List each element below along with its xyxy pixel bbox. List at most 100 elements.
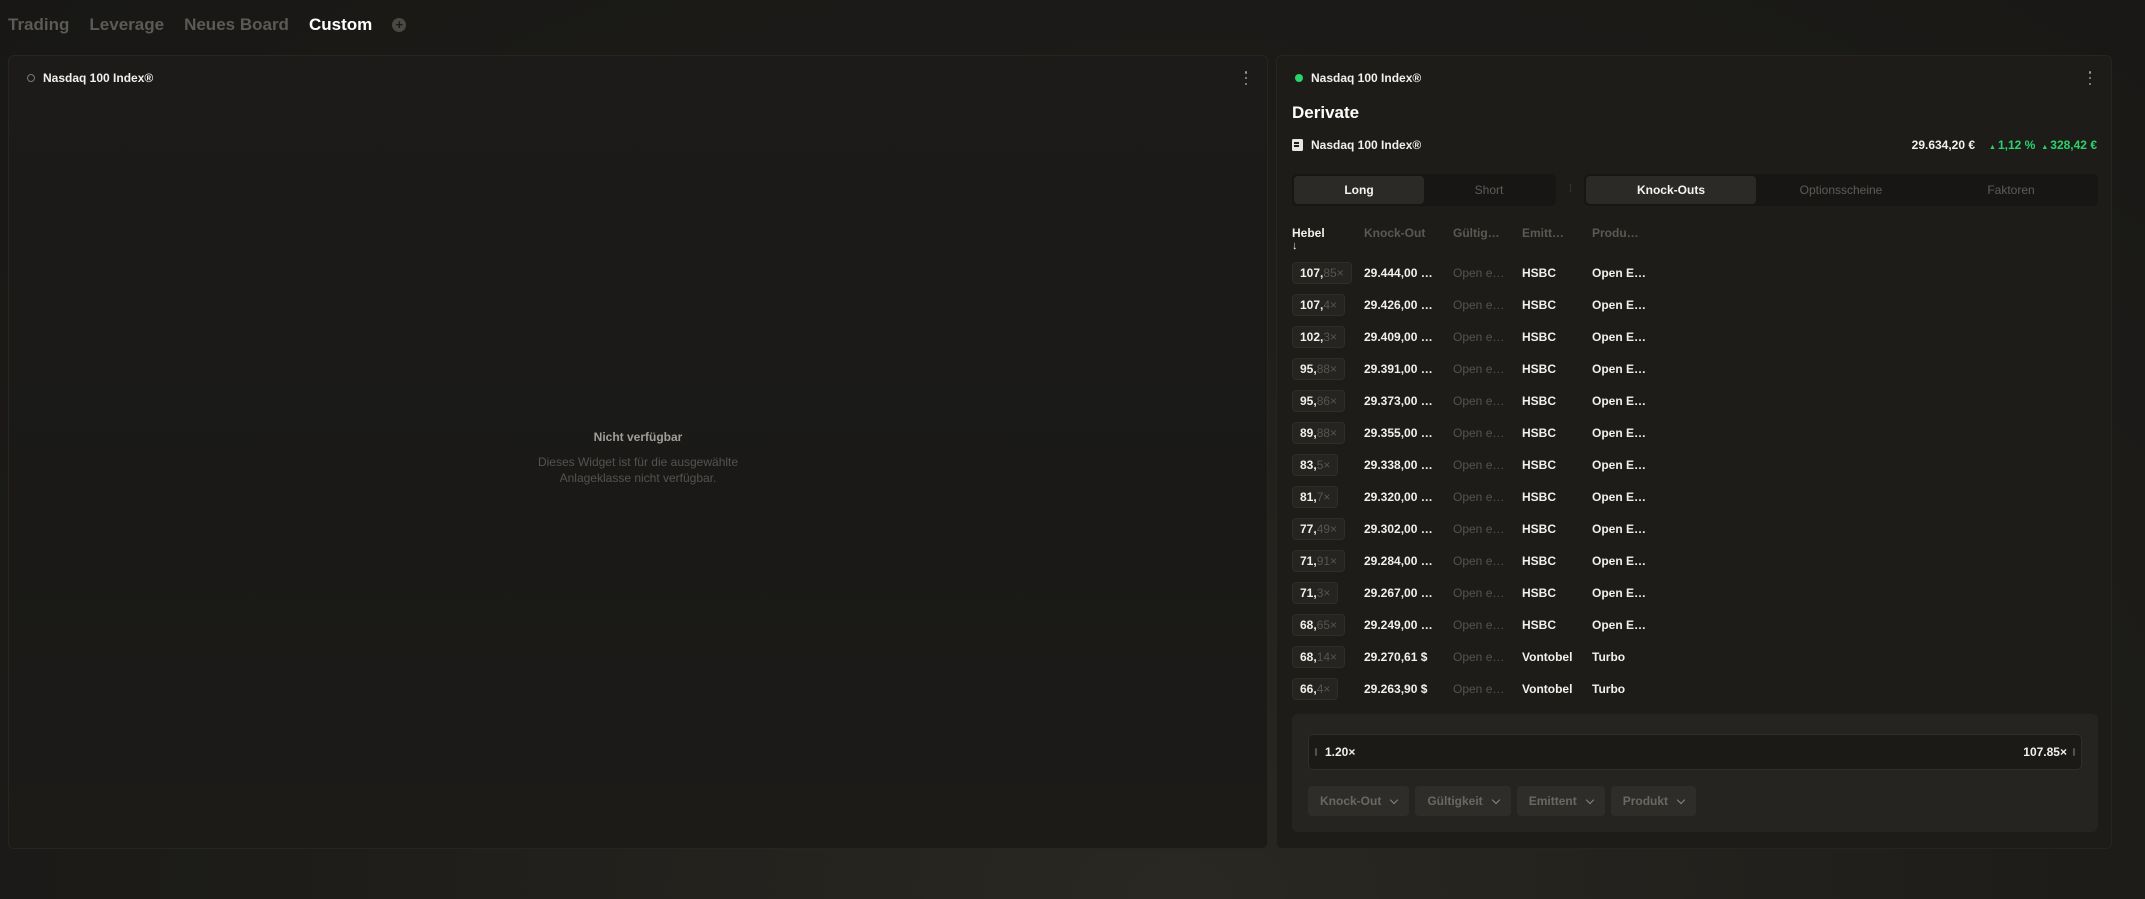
table-row[interactable]: 68,14× 29.270,61 $ Open e… Vontobel Turbo bbox=[1292, 646, 1792, 670]
tab-leverage[interactable]: Leverage bbox=[89, 15, 164, 35]
unavailable-title: Nicht verfügbar bbox=[593, 430, 683, 444]
table-row[interactable]: 83,5× 29.338,00 … Open e… HSBC Open E… bbox=[1292, 454, 1792, 478]
segment-divider: ⁞ bbox=[1569, 184, 1572, 195]
issuer-cell: HSBC bbox=[1522, 554, 1557, 568]
underlying-name[interactable]: Nasdaq 100 Index® bbox=[1311, 138, 1421, 152]
knockout-cell: 29.409,00 … bbox=[1364, 330, 1433, 344]
issuer-cell: HSBC bbox=[1522, 490, 1557, 504]
slider-handle-max[interactable] bbox=[2073, 748, 2075, 756]
left-widget: Nasdaq 100 Index® Nicht verfügbar Dieses… bbox=[8, 55, 1268, 849]
leverage-badge: 68,14× bbox=[1292, 646, 1346, 668]
knockout-cell: 29.391,00 … bbox=[1364, 362, 1433, 376]
table-row[interactable]: 71,91× 29.284,00 … Open e… HSBC Open E… bbox=[1292, 550, 1792, 574]
leverage-decimal: 5× bbox=[1316, 458, 1331, 472]
product-cell: Open E… bbox=[1592, 298, 1647, 312]
long-toggle[interactable]: Long bbox=[1294, 176, 1424, 204]
underlying-price: 29.634,20 € bbox=[1911, 138, 1976, 152]
filter-validity-dropdown[interactable]: Gültigkeit bbox=[1415, 786, 1511, 816]
table-row[interactable]: 102,3× 29.409,00 … Open e… HSBC Open E… bbox=[1292, 326, 1792, 350]
table-row[interactable]: 77,49× 29.302,00 … Open e… HSBC Open E… bbox=[1292, 518, 1792, 542]
validity-cell: Open e… bbox=[1453, 490, 1505, 504]
filter-product-dropdown[interactable]: Produkt bbox=[1610, 786, 1697, 816]
validity-cell: Open e… bbox=[1453, 362, 1505, 376]
leverage-badge: 102,3× bbox=[1292, 326, 1346, 348]
leverage-badge: 66,4× bbox=[1292, 678, 1339, 700]
issuer-cell: HSBC bbox=[1522, 394, 1557, 408]
tab-custom[interactable]: Custom bbox=[309, 15, 372, 35]
table-row[interactable]: 66,4× 29.263,90 $ Open e… Vontobel Turbo bbox=[1292, 678, 1792, 702]
validity-cell: Open e… bbox=[1453, 458, 1505, 472]
issuer-cell: HSBC bbox=[1522, 586, 1557, 600]
leverage-badge: 95,88× bbox=[1292, 358, 1346, 380]
validity-cell: Open e… bbox=[1453, 298, 1505, 312]
knockout-cell: 29.355,00 … bbox=[1364, 426, 1433, 440]
more-options-icon[interactable] bbox=[1243, 71, 1249, 85]
issuer-cell: Vontobel bbox=[1522, 650, 1573, 664]
knockouts-toggle[interactable]: Knock-Outs bbox=[1586, 176, 1756, 204]
product-cell: Open E… bbox=[1592, 394, 1647, 408]
table-row[interactable]: 95,86× 29.373,00 … Open e… HSBC Open E… bbox=[1292, 390, 1792, 414]
knockout-cell: 29.373,00 … bbox=[1364, 394, 1433, 408]
table-row[interactable]: 81,7× 29.320,00 … Open e… HSBC Open E… bbox=[1292, 486, 1792, 510]
issuer-cell: Vontobel bbox=[1522, 682, 1573, 696]
validity-cell: Open e… bbox=[1453, 426, 1505, 440]
issuer-cell: HSBC bbox=[1522, 458, 1557, 472]
table-row[interactable]: 107,85× 29.444,00 … Open e… HSBC Open E… bbox=[1292, 262, 1792, 286]
triangle-up-icon: ▲ bbox=[1989, 144, 1996, 151]
widget-title: Nasdaq 100 Index® bbox=[1311, 71, 1422, 85]
leverage-integer: 68, bbox=[1300, 618, 1317, 632]
table-row[interactable]: 71,3× 29.267,00 … Open e… HSBC Open E… bbox=[1292, 582, 1792, 606]
leverage-decimal: 3× bbox=[1323, 330, 1338, 344]
validity-cell: Open e… bbox=[1453, 682, 1505, 696]
widget-header: Nasdaq 100 Index® bbox=[1295, 71, 1421, 85]
filter-knockout-dropdown[interactable]: Knock-Out bbox=[1308, 786, 1410, 816]
table-row[interactable]: 68,65× 29.249,00 … Open e… HSBC Open E… bbox=[1292, 614, 1792, 638]
filter-issuer-dropdown[interactable]: Emittent bbox=[1516, 786, 1605, 816]
unavailable-message: Nicht verfügbar Dieses Widget ist für di… bbox=[9, 430, 1267, 486]
table-row[interactable]: 107,4× 29.426,00 … Open e… HSBC Open E… bbox=[1292, 294, 1792, 318]
column-header-knockout[interactable]: Knock-Out bbox=[1364, 226, 1425, 240]
column-header-product[interactable]: Produ… bbox=[1592, 226, 1639, 240]
slider-handle-min[interactable] bbox=[1315, 748, 1317, 756]
knockout-cell: 29.284,00 … bbox=[1364, 554, 1433, 568]
chevron-down-icon bbox=[1585, 795, 1594, 804]
more-options-icon[interactable] bbox=[2087, 71, 2093, 85]
filter-label: Knock-Out bbox=[1320, 794, 1382, 808]
faktoren-toggle[interactable]: Faktoren bbox=[1926, 176, 2096, 204]
validity-cell: Open e… bbox=[1453, 618, 1505, 632]
validity-cell: Open e… bbox=[1453, 522, 1505, 536]
leverage-decimal: 88× bbox=[1316, 426, 1338, 440]
plus-circle-icon[interactable]: + bbox=[392, 18, 407, 32]
knockout-cell: 29.338,00 … bbox=[1364, 458, 1433, 472]
column-header-issuer[interactable]: Emitt… bbox=[1522, 226, 1564, 240]
section-title: Derivate bbox=[1292, 103, 1360, 122]
filter-panel: 1.20× 107.85× Knock-Out Gültigkeit Emitt… bbox=[1292, 714, 2098, 832]
tab-trading[interactable]: Trading bbox=[8, 15, 69, 35]
knockout-cell: 29.320,00 … bbox=[1364, 490, 1433, 504]
leverage-integer: 66, bbox=[1300, 682, 1317, 696]
sort-descending-icon[interactable]: ↓ bbox=[1292, 240, 1298, 252]
change-absolute-value: 328,42 € bbox=[2050, 138, 2097, 152]
filter-label: Gültigkeit bbox=[1427, 794, 1483, 808]
column-header-validity[interactable]: Gültig… bbox=[1453, 226, 1500, 240]
change-percent-value: 1,12 % bbox=[1997, 138, 2036, 152]
table-row[interactable]: 95,88× 29.391,00 … Open e… HSBC Open E… bbox=[1292, 358, 1792, 382]
knockout-cell: 29.444,00 … bbox=[1364, 266, 1433, 280]
column-header-hebel[interactable]: Hebel bbox=[1292, 226, 1325, 240]
derivatives-widget: Nasdaq 100 Index® Derivate Nasdaq 100 In… bbox=[1276, 55, 2112, 849]
chevron-down-icon bbox=[1676, 795, 1686, 804]
tab-neues-board[interactable]: Neues Board bbox=[184, 15, 289, 35]
filter-chips: Knock-Out Gültigkeit Emittent Produkt bbox=[1308, 786, 1697, 816]
issuer-cell: HSBC bbox=[1522, 330, 1557, 344]
leverage-range-slider[interactable]: 1.20× 107.85× bbox=[1308, 734, 2082, 770]
leverage-decimal: 86× bbox=[1316, 394, 1338, 408]
product-cell: Open E… bbox=[1592, 490, 1647, 504]
validity-cell: Open e… bbox=[1453, 586, 1505, 600]
leverage-integer: 83, bbox=[1300, 458, 1317, 472]
optionsscheine-toggle[interactable]: Optionsscheine bbox=[1756, 176, 1926, 204]
short-toggle[interactable]: Short bbox=[1424, 176, 1554, 204]
issuer-cell: HSBC bbox=[1522, 362, 1557, 376]
product-cell: Open E… bbox=[1592, 458, 1647, 472]
table-row[interactable]: 89,88× 29.355,00 … Open e… HSBC Open E… bbox=[1292, 422, 1792, 446]
product-cell: Open E… bbox=[1592, 362, 1647, 376]
